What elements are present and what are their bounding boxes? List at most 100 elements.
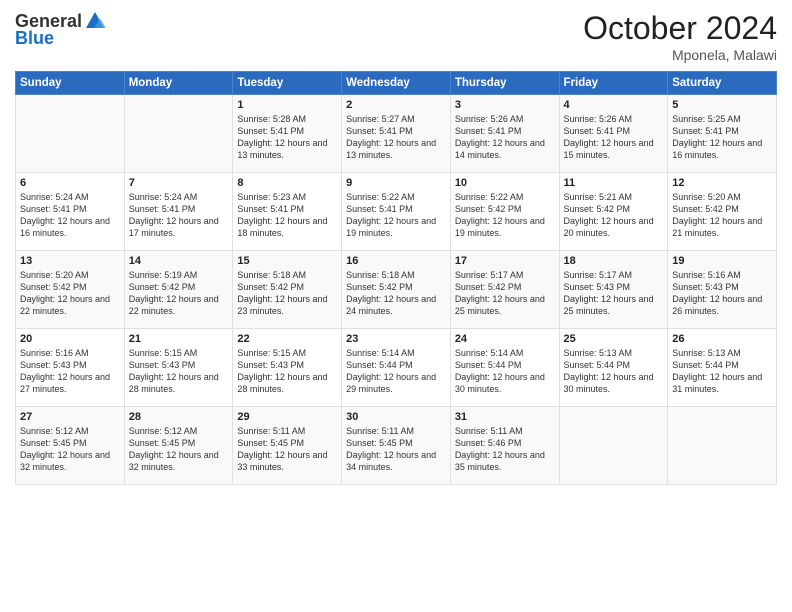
cell-info: Sunrise: 5:11 AMSunset: 5:45 PMDaylight:… <box>237 425 337 474</box>
day-number: 18 <box>564 255 664 267</box>
day-number: 24 <box>455 333 555 345</box>
day-number: 16 <box>346 255 446 267</box>
cell-info: Sunrise: 5:15 AMSunset: 5:43 PMDaylight:… <box>237 347 337 396</box>
location: Mponela, Malawi <box>583 47 777 63</box>
cell-info: Sunrise: 5:18 AMSunset: 5:42 PMDaylight:… <box>346 269 446 318</box>
calendar-cell <box>16 95 125 173</box>
day-number: 25 <box>564 333 664 345</box>
calendar-cell: 6Sunrise: 5:24 AMSunset: 5:41 PMDaylight… <box>16 173 125 251</box>
weekday-tuesday: Tuesday <box>233 72 342 95</box>
day-number: 9 <box>346 177 446 189</box>
day-number: 19 <box>672 255 772 267</box>
cell-info: Sunrise: 5:13 AMSunset: 5:44 PMDaylight:… <box>672 347 772 396</box>
calendar-cell: 25 Sunrise: 5:13 AMSunset: 5:44 PMDayligh… <box>559 329 668 407</box>
calendar-cell: 17 Sunrise: 5:17 AMSunset: 5:42 PMDayligh… <box>450 251 559 329</box>
calendar-cell: 3Sunrise: 5:26 AMSunset: 5:41 PMDaylight… <box>450 95 559 173</box>
day-number: 31 <box>455 411 555 423</box>
day-number: 20 <box>20 333 120 345</box>
logo-icon <box>84 10 106 32</box>
title-block: October 2024 Mponela, Malawi <box>583 10 777 63</box>
cell-info: Sunrise: 5:18 AMSunset: 5:42 PMDaylight:… <box>237 269 337 318</box>
day-number: 1 <box>237 99 337 111</box>
cell-info: Sunrise: 5:16 AMSunset: 5:43 PMDaylight:… <box>20 347 120 396</box>
day-number: 14 <box>129 255 229 267</box>
calendar-cell: 15 Sunrise: 5:18 AMSunset: 5:42 PMDayligh… <box>233 251 342 329</box>
day-number: 8 <box>237 177 337 189</box>
weekday-header-row: SundayMondayTuesdayWednesdayThursdayFrid… <box>16 72 777 95</box>
cell-info: Sunrise: 5:21 AMSunset: 5:42 PMDaylight:… <box>564 191 664 240</box>
calendar-cell: 2 Sunrise: 5:27 AMSunset: 5:41 PMDaylight… <box>342 95 451 173</box>
day-number: 28 <box>129 411 229 423</box>
cell-info: Sunrise: 5:13 AMSunset: 5:44 PMDaylight:… <box>564 347 664 396</box>
calendar-cell: 12Sunrise: 5:20 AMSunset: 5:42 PMDayligh… <box>668 173 777 251</box>
calendar-cell: 29 Sunrise: 5:11 AMSunset: 5:45 PMDayligh… <box>233 407 342 485</box>
cell-info: Sunrise: 5:14 AMSunset: 5:44 PMDaylight:… <box>346 347 446 396</box>
cell-info: Sunrise: 5:17 AMSunset: 5:43 PMDaylight:… <box>564 269 664 318</box>
cell-info: Sunrise: 5:28 AMSunset: 5:41 PMDaylight:… <box>237 113 337 162</box>
calendar-cell <box>124 95 233 173</box>
day-number: 23 <box>346 333 446 345</box>
cell-info: Sunrise: 5:25 AMSunset: 5:41 PMDaylight:… <box>672 113 772 162</box>
calendar-cell: 28Sunrise: 5:12 AMSunset: 5:45 PMDayligh… <box>124 407 233 485</box>
day-number: 5 <box>672 99 772 111</box>
calendar-cell <box>668 407 777 485</box>
calendar-cell <box>559 407 668 485</box>
day-number: 12 <box>672 177 772 189</box>
logo-blue-text: Blue <box>15 28 54 49</box>
cell-info: Sunrise: 5:26 AMSunset: 5:41 PMDaylight:… <box>564 113 664 162</box>
calendar-week-2: 6Sunrise: 5:24 AMSunset: 5:41 PMDaylight… <box>16 173 777 251</box>
weekday-sunday: Sunday <box>16 72 125 95</box>
day-number: 22 <box>237 333 337 345</box>
weekday-monday: Monday <box>124 72 233 95</box>
calendar-cell: 31 Sunrise: 5:11 AMSunset: 5:46 PMDayligh… <box>450 407 559 485</box>
day-number: 21 <box>129 333 229 345</box>
day-number: 27 <box>20 411 120 423</box>
calendar-cell: 26 Sunrise: 5:13 AMSunset: 5:44 PMDayligh… <box>668 329 777 407</box>
day-number: 26 <box>672 333 772 345</box>
cell-info: Sunrise: 5:27 AMSunset: 5:41 PMDaylight:… <box>346 113 446 162</box>
calendar-cell: 23 Sunrise: 5:14 AMSunset: 5:44 PMDayligh… <box>342 329 451 407</box>
calendar-cell: 20 Sunrise: 5:16 AMSunset: 5:43 PMDayligh… <box>16 329 125 407</box>
calendar-cell: 19Sunrise: 5:16 AMSunset: 5:43 PMDayligh… <box>668 251 777 329</box>
day-number: 4 <box>564 99 664 111</box>
calendar-cell: 27Sunrise: 5:12 AMSunset: 5:45 PMDayligh… <box>16 407 125 485</box>
cell-info: Sunrise: 5:20 AMSunset: 5:42 PMDaylight:… <box>20 269 120 318</box>
day-number: 29 <box>237 411 337 423</box>
calendar: SundayMondayTuesdayWednesdayThursdayFrid… <box>15 71 777 485</box>
day-number: 2 <box>346 99 446 111</box>
calendar-cell: 22 Sunrise: 5:15 AMSunset: 5:43 PMDayligh… <box>233 329 342 407</box>
calendar-cell: 24Sunrise: 5:14 AMSunset: 5:44 PMDayligh… <box>450 329 559 407</box>
cell-info: Sunrise: 5:17 AMSunset: 5:42 PMDaylight:… <box>455 269 555 318</box>
weekday-saturday: Saturday <box>668 72 777 95</box>
day-number: 7 <box>129 177 229 189</box>
day-number: 13 <box>20 255 120 267</box>
calendar-cell: 13 Sunrise: 5:20 AMSunset: 5:42 PMDayligh… <box>16 251 125 329</box>
weekday-thursday: Thursday <box>450 72 559 95</box>
calendar-cell: 14Sunrise: 5:19 AMSunset: 5:42 PMDayligh… <box>124 251 233 329</box>
logo: General Blue <box>15 10 106 49</box>
day-number: 17 <box>455 255 555 267</box>
cell-info: Sunrise: 5:15 AMSunset: 5:43 PMDaylight:… <box>129 347 229 396</box>
cell-info: Sunrise: 5:22 AMSunset: 5:42 PMDaylight:… <box>455 191 555 240</box>
day-number: 11 <box>564 177 664 189</box>
calendar-cell: 21 Sunrise: 5:15 AMSunset: 5:43 PMDayligh… <box>124 329 233 407</box>
calendar-week-4: 20 Sunrise: 5:16 AMSunset: 5:43 PMDayligh… <box>16 329 777 407</box>
calendar-cell: 11 Sunrise: 5:21 AMSunset: 5:42 PMDayligh… <box>559 173 668 251</box>
calendar-cell: 9Sunrise: 5:22 AMSunset: 5:41 PMDaylight… <box>342 173 451 251</box>
cell-info: Sunrise: 5:11 AMSunset: 5:45 PMDaylight:… <box>346 425 446 474</box>
cell-info: Sunrise: 5:24 AMSunset: 5:41 PMDaylight:… <box>129 191 229 240</box>
cell-info: Sunrise: 5:11 AMSunset: 5:46 PMDaylight:… <box>455 425 555 474</box>
calendar-week-5: 27Sunrise: 5:12 AMSunset: 5:45 PMDayligh… <box>16 407 777 485</box>
cell-info: Sunrise: 5:24 AMSunset: 5:41 PMDaylight:… <box>20 191 120 240</box>
day-number: 15 <box>237 255 337 267</box>
weekday-friday: Friday <box>559 72 668 95</box>
calendar-cell: 1 Sunrise: 5:28 AMSunset: 5:41 PMDaylight… <box>233 95 342 173</box>
calendar-cell: 4 Sunrise: 5:26 AMSunset: 5:41 PMDaylight… <box>559 95 668 173</box>
day-number: 10 <box>455 177 555 189</box>
cell-info: Sunrise: 5:23 AMSunset: 5:41 PMDaylight:… <box>237 191 337 240</box>
calendar-week-1: 1 Sunrise: 5:28 AMSunset: 5:41 PMDaylight… <box>16 95 777 173</box>
calendar-cell: 16 Sunrise: 5:18 AMSunset: 5:42 PMDayligh… <box>342 251 451 329</box>
calendar-cell: 10 Sunrise: 5:22 AMSunset: 5:42 PMDayligh… <box>450 173 559 251</box>
weekday-wednesday: Wednesday <box>342 72 451 95</box>
day-number: 30 <box>346 411 446 423</box>
